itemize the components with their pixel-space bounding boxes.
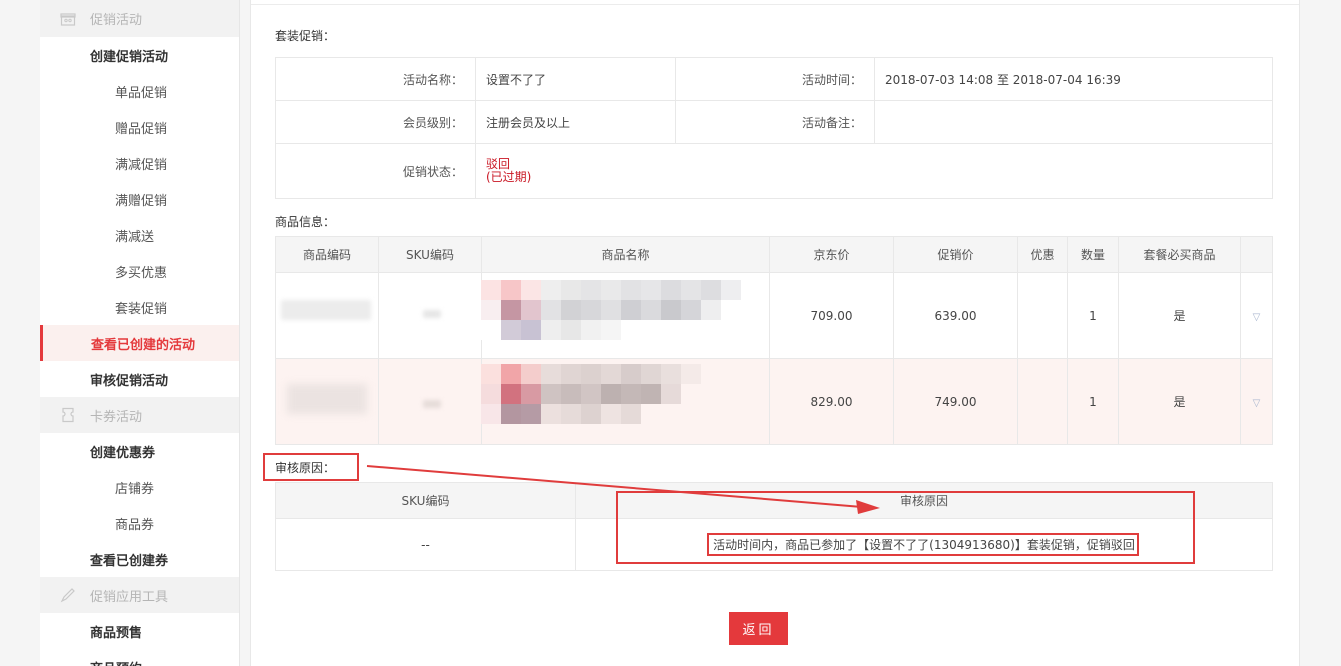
discount-cell — [1017, 358, 1068, 445]
discount-cell — [1017, 272, 1068, 359]
redacted-product-name — [481, 364, 741, 424]
status-expired: (已过期) — [486, 170, 532, 184]
sidebar-item-create-promo[interactable]: 创建促销活动 — [40, 37, 239, 73]
sidebar-item-reservation[interactable]: 商品预约 — [40, 649, 239, 666]
package-promo-label: 套装促销： — [275, 29, 336, 43]
dropdown-triangle-icon[interactable]: ▽ — [1253, 398, 1261, 409]
activity-remark-key: 活动备注： — [675, 100, 875, 144]
sidebar-item-gift-promo[interactable]: 赠品促销 — [40, 109, 239, 145]
activity-name-value: 设置不了了 — [475, 57, 676, 101]
col-reason-sku: SKU编码 — [275, 482, 576, 519]
pen-tool-icon — [60, 587, 76, 603]
info-row: 会员级别： 注册会员及以上 活动备注： — [275, 100, 1273, 144]
jd-price-cell: 829.00 — [769, 358, 894, 445]
main-panel: 套装促销： 活动名称： 设置不了了 活动时间： 2018-07-03 14:08… — [250, 0, 1300, 666]
activity-name-key: 活动名称： — [275, 57, 476, 101]
annotation-box-reason-text — [707, 533, 1139, 556]
col-product-name: 商品名称 — [481, 236, 770, 273]
activity-info-table: 活动名称： 设置不了了 活动时间： 2018-07-03 14:08 至 201… — [275, 57, 1273, 199]
sidebar-item-presale[interactable]: 商品预售 — [40, 613, 239, 649]
promo-price-cell: 749.00 — [893, 358, 1018, 445]
member-level-value: 注册会员及以上 — [475, 100, 676, 144]
sidebar-section-coupon: 卡券活动 — [40, 397, 239, 433]
sidebar-item-full-reduce-send[interactable]: 满减送 — [40, 217, 239, 253]
gift-box-icon — [60, 11, 76, 27]
jd-price-cell: 709.00 — [769, 272, 894, 359]
sidebar-section-label: 促销活动 — [90, 13, 143, 28]
must-buy-cell: 是 — [1118, 358, 1241, 445]
sidebar-item-review-promo[interactable]: 审核促销活动 — [40, 361, 239, 397]
sidebar-item-create-coupon[interactable]: 创建优惠券 — [40, 433, 239, 469]
sidebar-item-single-promo[interactable]: 单品促销 — [40, 73, 239, 109]
col-product-code: 商品编码 — [275, 236, 379, 273]
col-action — [1240, 236, 1273, 273]
info-row: 促销状态： 驳回 (已过期) — [275, 143, 1273, 199]
annotation-box-reason-label — [263, 453, 359, 481]
sidebar-item-view-created-activities[interactable]: 查看已创建的活动 — [40, 325, 239, 361]
redacted-sku — [423, 400, 441, 408]
must-buy-cell: 是 — [1118, 272, 1241, 359]
quantity-cell: 1 — [1067, 358, 1119, 445]
goods-header-row: 商品编码 SKU编码 商品名称 京东价 促销价 优惠 数量 套餐必买商品 — [275, 236, 1273, 273]
promo-status-value: 驳回 (已过期) — [475, 143, 1273, 199]
col-quantity: 数量 — [1067, 236, 1119, 273]
status-rejected: 驳回 — [486, 157, 511, 171]
sidebar-item-package-promo[interactable]: 套装促销 — [40, 289, 239, 325]
sidebar-item-full-gift-promo[interactable]: 满赠促销 — [40, 181, 239, 217]
sidebar-item-shop-coupon[interactable]: 店铺券 — [40, 469, 239, 505]
col-promo-price: 促销价 — [893, 236, 1018, 273]
page: 促销活动 创建促销活动 单品促销 赠品促销 满减促销 满赠促销 满减送 多买优惠… — [0, 0, 1341, 666]
redacted-sku — [423, 310, 441, 318]
col-must-buy: 套餐必买商品 — [1118, 236, 1241, 273]
col-sku-code: SKU编码 — [378, 236, 482, 273]
goods-info-label: 商品信息： — [275, 215, 336, 229]
expand-cell[interactable]: ▽ — [1240, 358, 1273, 445]
activity-time-key: 活动时间： — [675, 57, 875, 101]
top-divider — [251, 4, 1299, 5]
info-row: 活动名称： 设置不了了 活动时间： 2018-07-03 14:08 至 201… — [275, 57, 1273, 101]
coupon-icon — [60, 407, 76, 423]
back-button[interactable]: 返回 — [729, 612, 788, 645]
quantity-cell: 1 — [1067, 272, 1119, 359]
dropdown-triangle-icon[interactable]: ▽ — [1253, 312, 1261, 323]
sidebar-section-label: 卡券活动 — [90, 409, 143, 425]
sidebar-item-product-coupon[interactable]: 商品券 — [40, 505, 239, 541]
sidebar-section-promo: 促销活动 — [40, 0, 239, 37]
sidebar-item-view-created-coupons[interactable]: 查看已创建券 — [40, 541, 239, 577]
col-discount: 优惠 — [1017, 236, 1068, 273]
goods-table: 商品编码 SKU编码 商品名称 京东价 促销价 优惠 数量 套餐必买商品 709… — [275, 236, 1273, 445]
reason-sku-cell: -- — [275, 518, 576, 571]
activity-remark-value — [874, 100, 1273, 144]
member-level-key: 会员级别： — [275, 100, 476, 144]
col-jd-price: 京东价 — [769, 236, 894, 273]
sidebar-section-tools: 促销应用工具 — [40, 577, 239, 613]
activity-time-value: 2018-07-03 14:08 至 2018-07-04 16:39 — [874, 57, 1273, 101]
sidebar-item-multi-buy[interactable]: 多买优惠 — [40, 253, 239, 289]
promo-status-key: 促销状态： — [275, 143, 476, 199]
redacted-product-name — [481, 280, 741, 340]
sidebar-section-label: 促销应用工具 — [90, 589, 169, 605]
redacted-product-code — [287, 384, 367, 414]
promo-price-cell: 639.00 — [893, 272, 1018, 359]
sidebar-item-discount-promo[interactable]: 满减促销 — [40, 145, 239, 181]
expand-cell[interactable]: ▽ — [1240, 272, 1273, 359]
sidebar: 促销活动 创建促销活动 单品促销 赠品促销 满减促销 满赠促销 满减送 多买优惠… — [40, 0, 240, 666]
redacted-product-code — [281, 300, 371, 320]
